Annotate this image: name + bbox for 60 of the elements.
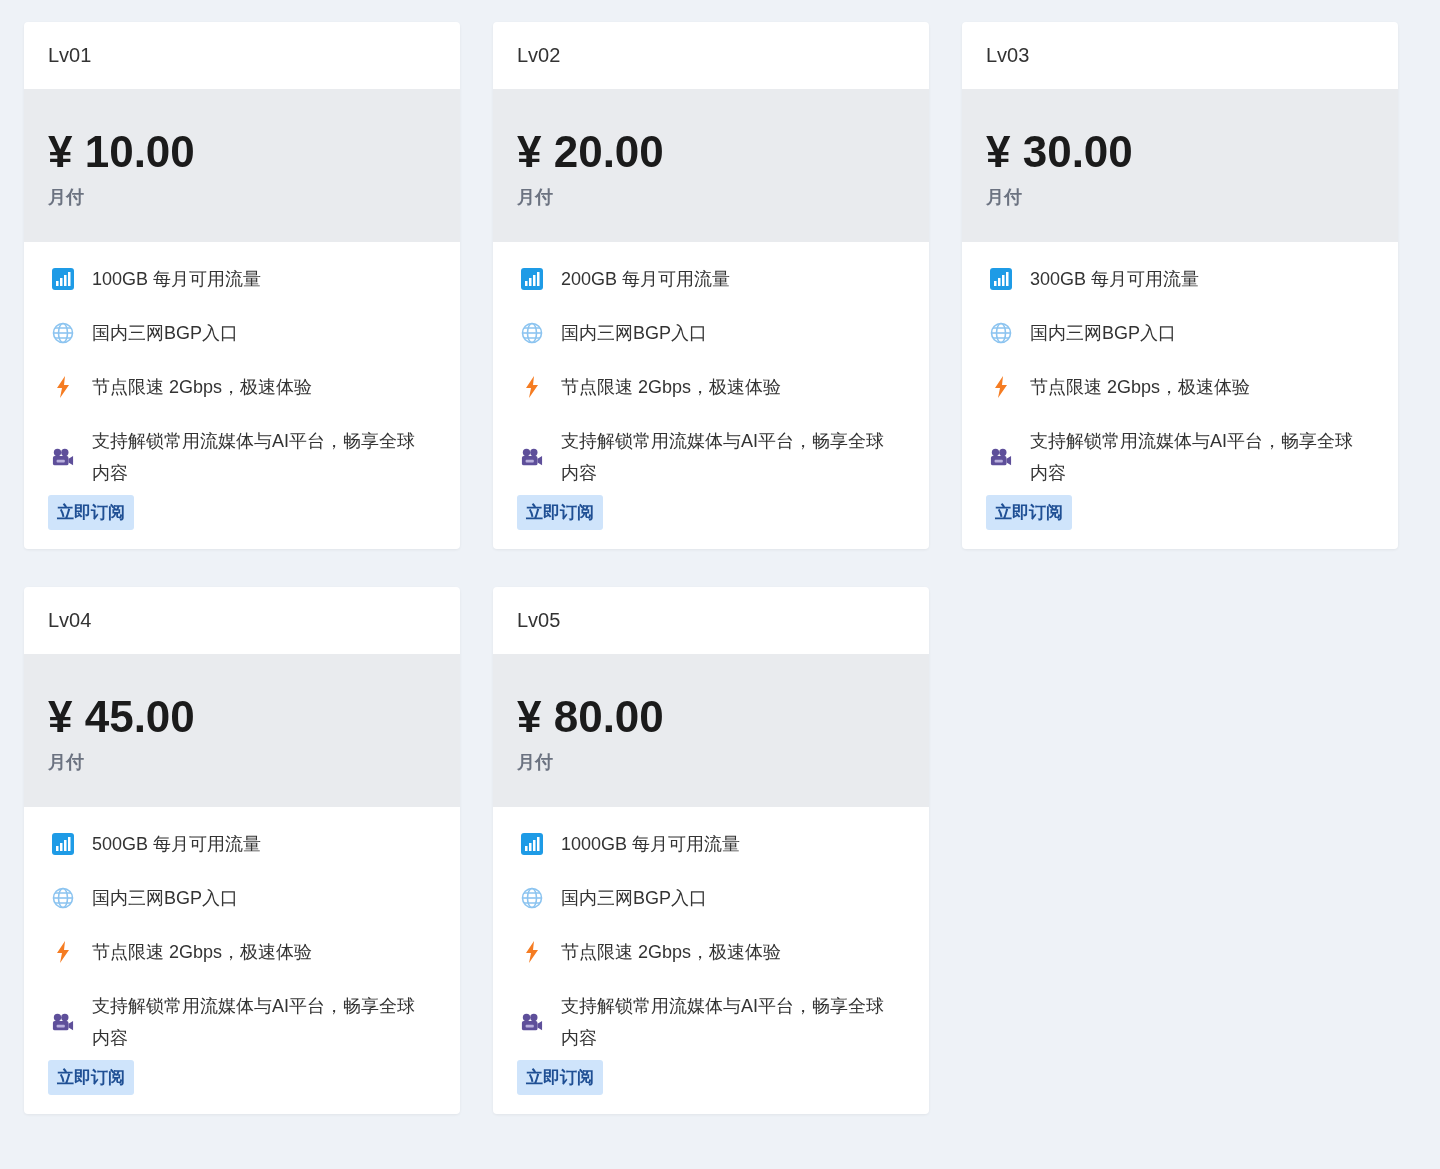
feature-text: 支持解锁常用流媒体与AI平台，畅享全球内容 — [561, 995, 885, 1050]
subscribe-button[interactable]: 立即订阅 — [517, 1060, 603, 1095]
subscribe-button[interactable]: 立即订阅 — [48, 1060, 134, 1095]
feature-text: 支持解锁常用流媒体与AI平台，畅享全球内容 — [1030, 430, 1354, 485]
billing-period: 月付 — [517, 751, 554, 774]
lightning-icon — [525, 941, 539, 963]
video-camera-icon — [52, 1012, 74, 1032]
feature-text: 1000GB 每月可用流量 — [561, 833, 741, 856]
plan-name: Lv01 — [48, 44, 92, 67]
globe-icon — [990, 322, 1012, 344]
signal-bars-icon — [990, 268, 1012, 290]
subscribe-button[interactable]: 立即订阅 — [48, 495, 134, 530]
feature-text: 支持解锁常用流媒体与AI平台，畅享全球内容 — [561, 430, 885, 485]
signal-bars-icon — [521, 268, 543, 290]
globe-icon — [521, 322, 543, 344]
lightning-icon — [56, 941, 70, 963]
plan-price: ¥ 30.00 — [986, 129, 1134, 175]
plan-name: Lv03 — [986, 44, 1030, 67]
feature-text: 500GB 每月可用流量 — [92, 833, 262, 856]
feature-text: 节点限速 2Gbps，极速体验 — [92, 376, 313, 399]
feature-text: 节点限速 2Gbps，极速体验 — [1030, 376, 1251, 399]
feature-text: 节点限速 2Gbps，极速体验 — [561, 941, 782, 964]
plan-name: Lv04 — [48, 609, 92, 632]
globe-icon — [52, 322, 74, 344]
globe-icon — [52, 887, 74, 909]
feature-text: 节点限速 2Gbps，极速体验 — [92, 941, 313, 964]
globe-icon — [521, 887, 543, 909]
signal-bars-icon — [521, 833, 543, 855]
plan-name: Lv02 — [517, 44, 561, 67]
video-camera-icon — [990, 447, 1012, 467]
signal-bars-icon — [52, 833, 74, 855]
feature-text: 支持解锁常用流媒体与AI平台，畅享全球内容 — [92, 430, 416, 485]
billing-period: 月付 — [517, 186, 554, 209]
billing-period: 月付 — [986, 186, 1023, 209]
lightning-icon — [994, 376, 1008, 398]
billing-period: 月付 — [48, 751, 85, 774]
plan-price: ¥ 45.00 — [48, 694, 196, 740]
billing-period: 月付 — [48, 186, 85, 209]
feature-text: 300GB 每月可用流量 — [1030, 268, 1200, 291]
feature-text: 支持解锁常用流媒体与AI平台，畅享全球内容 — [92, 995, 416, 1050]
plan-price: ¥ 80.00 — [517, 694, 665, 740]
video-camera-icon — [521, 1012, 543, 1032]
feature-text: 国内三网BGP入口 — [561, 322, 707, 345]
feature-text: 100GB 每月可用流量 — [92, 268, 262, 291]
feature-text: 200GB 每月可用流量 — [561, 268, 731, 291]
feature-text: 国内三网BGP入口 — [561, 887, 707, 910]
subscribe-button[interactable]: 立即订阅 — [986, 495, 1072, 530]
signal-bars-icon — [52, 268, 74, 290]
lightning-icon — [525, 376, 539, 398]
plan-price: ¥ 10.00 — [48, 129, 196, 175]
feature-text: 节点限速 2Gbps，极速体验 — [561, 376, 782, 399]
video-camera-icon — [521, 447, 543, 467]
lightning-icon — [56, 376, 70, 398]
video-camera-icon — [52, 447, 74, 467]
feature-text: 国内三网BGP入口 — [92, 887, 238, 910]
subscribe-button[interactable]: 立即订阅 — [517, 495, 603, 530]
plan-price: ¥ 20.00 — [517, 129, 665, 175]
feature-text: 国内三网BGP入口 — [92, 322, 238, 345]
feature-text: 国内三网BGP入口 — [1030, 322, 1176, 345]
plan-name: Lv05 — [517, 609, 561, 632]
